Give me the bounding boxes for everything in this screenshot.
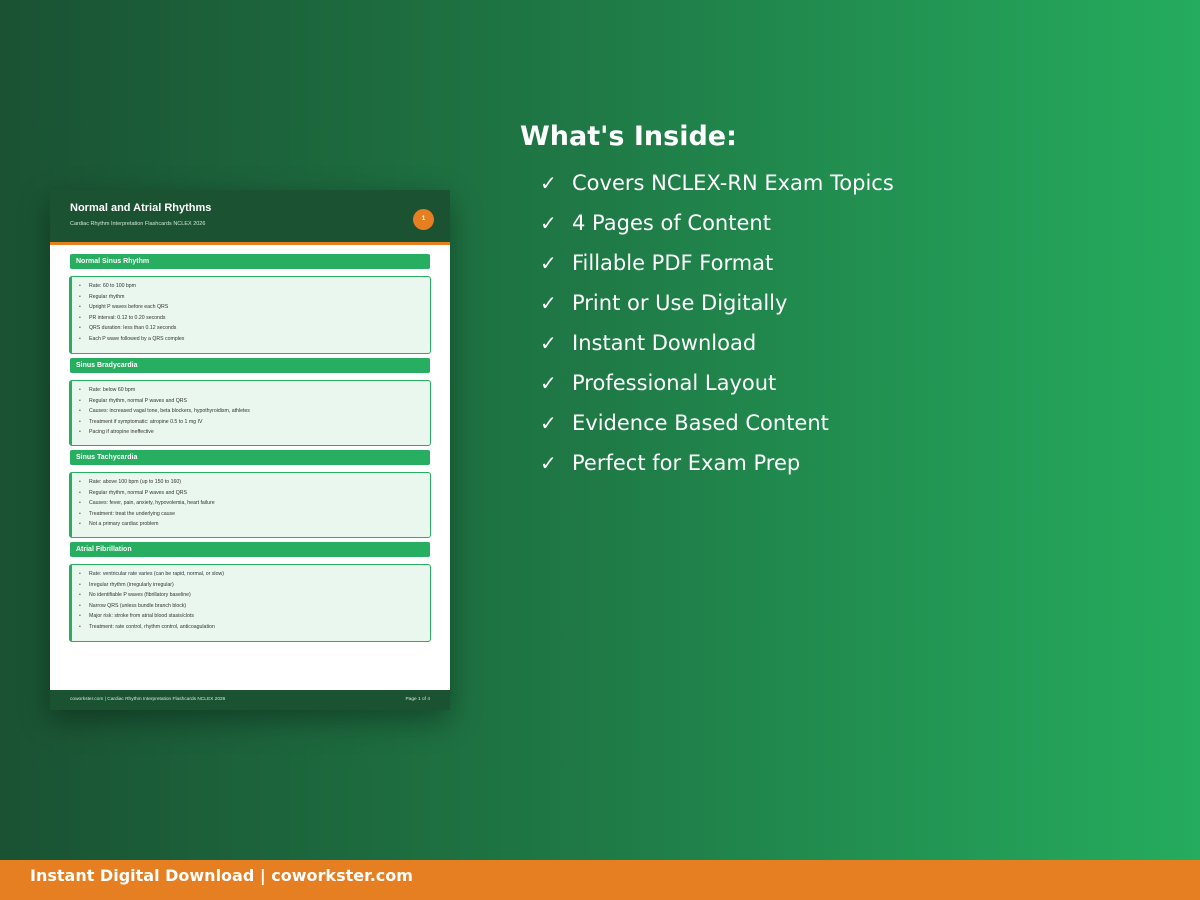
- feature-label: Covers NCLEX-RN Exam Topics: [572, 171, 894, 195]
- list-item: Causes: fever, pain, anxiety, hypovolemi…: [79, 498, 430, 509]
- check-icon: ✓: [540, 251, 557, 275]
- feature-item: ✓ Evidence Based Content: [540, 408, 894, 448]
- feature-list: ✓ Covers NCLEX-RN Exam Topics ✓ 4 Pages of…: [540, 168, 894, 488]
- list-item: Treatment: rate control, rhythm control,…: [79, 622, 430, 633]
- check-icon: ✓: [540, 211, 557, 235]
- list-item: Narrow QRS (unless bundle branch block): [79, 601, 430, 612]
- download-banner: Instant Digital Download | coworkster.co…: [0, 860, 1200, 900]
- document-title: Normal and Atrial Rhythms: [70, 202, 212, 214]
- list-item: No identifiable P waves (fibrillatory ba…: [79, 590, 430, 601]
- section-heading-normal-sinus-rhythm: Normal Sinus Rhythm: [70, 254, 430, 269]
- feature-label: Evidence Based Content: [572, 411, 829, 435]
- banner-text: Instant Digital Download | coworkster.co…: [30, 866, 413, 885]
- feature-item: ✓ Perfect for Exam Prep: [540, 448, 894, 488]
- list-item: Not a primary cardiac problem: [79, 519, 430, 530]
- product-preview-canvas: Normal and Atrial Rhythms Cardiac Rhythm…: [0, 0, 1200, 900]
- list-item: Pacing if atropine ineffective: [79, 427, 430, 438]
- check-icon: ✓: [540, 171, 557, 195]
- list-item: PR interval: 0.12 to 0.20 seconds: [79, 313, 430, 324]
- list-item: Treatment: treat the underlying cause: [79, 509, 430, 520]
- list-item: Major risk: stroke from atrial blood sta…: [79, 611, 430, 622]
- section-heading-sinus-tachycardia: Sinus Tachycardia: [70, 450, 430, 465]
- footer-source-text: coworkster.com | Cardiac Rhythm Interpre…: [70, 697, 226, 702]
- list-item: Irregular rhythm (irregularly irregular): [79, 580, 430, 591]
- feature-item: ✓ Instant Download: [540, 328, 894, 368]
- section-content-normal-sinus-rhythm: Rate: 60 to 100 bpm Regular rhythm Uprig…: [69, 276, 431, 354]
- list-item: Regular rhythm, normal P waves and QRS: [79, 488, 430, 499]
- feature-item: ✓ 4 Pages of Content: [540, 208, 894, 248]
- page-number-badge: 1: [413, 209, 434, 230]
- feature-item: ✓ Print or Use Digitally: [540, 288, 894, 328]
- section-heading-atrial-fibrillation: Atrial Fibrillation: [70, 542, 430, 557]
- list-item: Regular rhythm, normal P waves and QRS: [79, 396, 430, 407]
- list-item: Upright P waves before each QRS: [79, 302, 430, 313]
- document-preview: Normal and Atrial Rhythms Cardiac Rhythm…: [50, 190, 450, 710]
- document-header: Normal and Atrial Rhythms Cardiac Rhythm…: [50, 190, 450, 245]
- check-icon: ✓: [540, 451, 557, 475]
- section-content-sinus-tachycardia: Rate: above 100 bpm (up to 150 to 160) R…: [69, 472, 431, 538]
- list-item: Rate: below 60 bpm: [79, 385, 430, 396]
- footer-page-count: Page 1 of 4: [405, 697, 430, 702]
- feature-label: Print or Use Digitally: [572, 291, 788, 315]
- check-icon: ✓: [540, 411, 557, 435]
- list-item: Rate: ventricular rate varies (can be ra…: [79, 569, 430, 580]
- feature-label: Perfect for Exam Prep: [572, 451, 801, 475]
- feature-item: ✓ Professional Layout: [540, 368, 894, 408]
- feature-item: ✓ Fillable PDF Format: [540, 248, 894, 288]
- list-item: Regular rhythm: [79, 292, 430, 303]
- feature-label: Professional Layout: [572, 371, 777, 395]
- feature-label: Fillable PDF Format: [572, 251, 774, 275]
- list-item: Rate: above 100 bpm (up to 150 to 160): [79, 477, 430, 488]
- section-content-sinus-bradycardia: Rate: below 60 bpm Regular rhythm, norma…: [69, 380, 431, 446]
- list-item: Rate: 60 to 100 bpm: [79, 281, 430, 292]
- section-heading-sinus-bradycardia: Sinus Bradycardia: [70, 358, 430, 373]
- whats-inside-heading: What's Inside:: [520, 121, 737, 152]
- list-item: Treatment if symptomatic: atropine 0.5 t…: [79, 417, 430, 428]
- feature-item: ✓ Covers NCLEX-RN Exam Topics: [540, 168, 894, 208]
- document-footer: coworkster.com | Cardiac Rhythm Interpre…: [50, 690, 450, 710]
- check-icon: ✓: [540, 331, 557, 355]
- document-subtitle: Cardiac Rhythm Interpretation Flashcards…: [70, 221, 206, 227]
- list-item: Each P wave followed by a QRS complex: [79, 334, 430, 345]
- feature-label: Instant Download: [572, 331, 757, 355]
- check-icon: ✓: [540, 291, 557, 315]
- list-item: QRS duration: less than 0.12 seconds: [79, 323, 430, 334]
- feature-label: 4 Pages of Content: [572, 211, 771, 235]
- list-item: Causes: increased vagal tone, beta block…: [79, 406, 430, 417]
- check-icon: ✓: [540, 371, 557, 395]
- section-content-atrial-fibrillation: Rate: ventricular rate varies (can be ra…: [69, 564, 431, 642]
